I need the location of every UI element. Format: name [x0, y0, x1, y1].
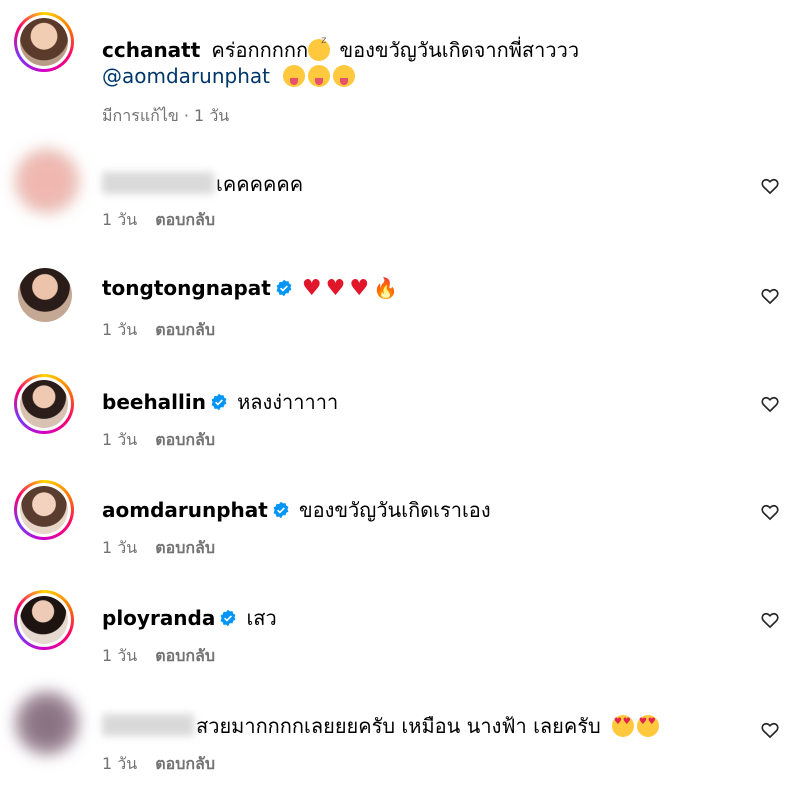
comment-text: หลงง่าาาาา [237, 390, 339, 414]
red-heart-emoji-icon: ♥ [301, 276, 322, 301]
like-heart-icon[interactable] [760, 394, 780, 414]
reply-button[interactable]: ตอบกลับ [155, 210, 215, 229]
tongue-face-emoji-icon [308, 65, 331, 87]
like-heart-icon[interactable] [760, 176, 780, 196]
reply-button[interactable]: ตอบกลับ [155, 320, 215, 339]
comment-text: เสว [246, 606, 277, 630]
red-heart-emoji-icon: ♥ [349, 276, 370, 301]
comment-time: 1 วัน [102, 646, 138, 665]
caption-mention[interactable]: @aomdarunphat [102, 64, 270, 88]
like-heart-icon[interactable] [760, 502, 780, 522]
verified-badge-icon [211, 393, 227, 411]
comment-username[interactable]: aomdarunphat [102, 498, 268, 522]
comment-time: 1 วัน [102, 538, 138, 557]
tongue-face-emoji-icon [333, 65, 356, 87]
verified-badge-icon [276, 279, 292, 297]
comment-time: 1 วัน [102, 320, 138, 339]
caption-avatar[interactable] [14, 12, 74, 72]
avatar[interactable] [14, 590, 74, 650]
reply-button[interactable]: ตอบกลับ [155, 646, 215, 665]
comment-time: 1 วัน [102, 754, 138, 773]
verified-badge-icon [273, 501, 289, 519]
avatar[interactable] [14, 148, 80, 214]
red-heart-emoji-icon: ♥ [325, 276, 346, 301]
heart-eyes-emoji-icon [611, 715, 634, 737]
verified-badge-icon [220, 609, 236, 627]
comment-username[interactable]: beehallin [102, 390, 206, 414]
comment-text: สวยมากกกกเลยยยครับ เหมือน นางฟ้า เลยครับ [196, 714, 601, 738]
comment-time: 1 วัน [102, 210, 138, 229]
comment-text: ของขวัญวันเกิดเราเอง [298, 498, 491, 522]
heart-eyes-emoji-icon [636, 715, 659, 737]
avatar[interactable] [14, 374, 74, 434]
comment-username[interactable]: tongtongnapat [102, 276, 271, 300]
blurred-username[interactable] [102, 172, 214, 194]
avatar[interactable] [14, 690, 80, 756]
reply-button[interactable]: ตอบกลับ [155, 538, 215, 557]
caption-text-2: ของขวัญวันเกิดจากพี่สาววว [333, 38, 580, 62]
comment-text: เคคคคคค [216, 172, 304, 196]
sleepy-face-emoji-icon [308, 35, 331, 61]
blurred-username[interactable] [102, 714, 194, 736]
caption-username[interactable]: cchanatt [102, 38, 200, 62]
avatar[interactable] [18, 268, 72, 322]
caption-meta: มีการแก้ไข · 1 วัน [102, 106, 230, 125]
reply-button[interactable]: ตอบกลับ [155, 754, 215, 773]
comment-username[interactable]: ployranda [102, 606, 215, 630]
tongue-face-emoji-icon [283, 65, 306, 87]
like-heart-icon[interactable] [760, 286, 780, 306]
fire-emoji-icon: 🔥 [373, 276, 399, 300]
like-heart-icon[interactable] [760, 720, 780, 740]
like-heart-icon[interactable] [760, 610, 780, 630]
avatar[interactable] [14, 480, 74, 540]
comment-time: 1 วัน [102, 430, 138, 449]
caption-text: คร่อกกกกก [211, 38, 309, 62]
reply-button[interactable]: ตอบกลับ [155, 430, 215, 449]
